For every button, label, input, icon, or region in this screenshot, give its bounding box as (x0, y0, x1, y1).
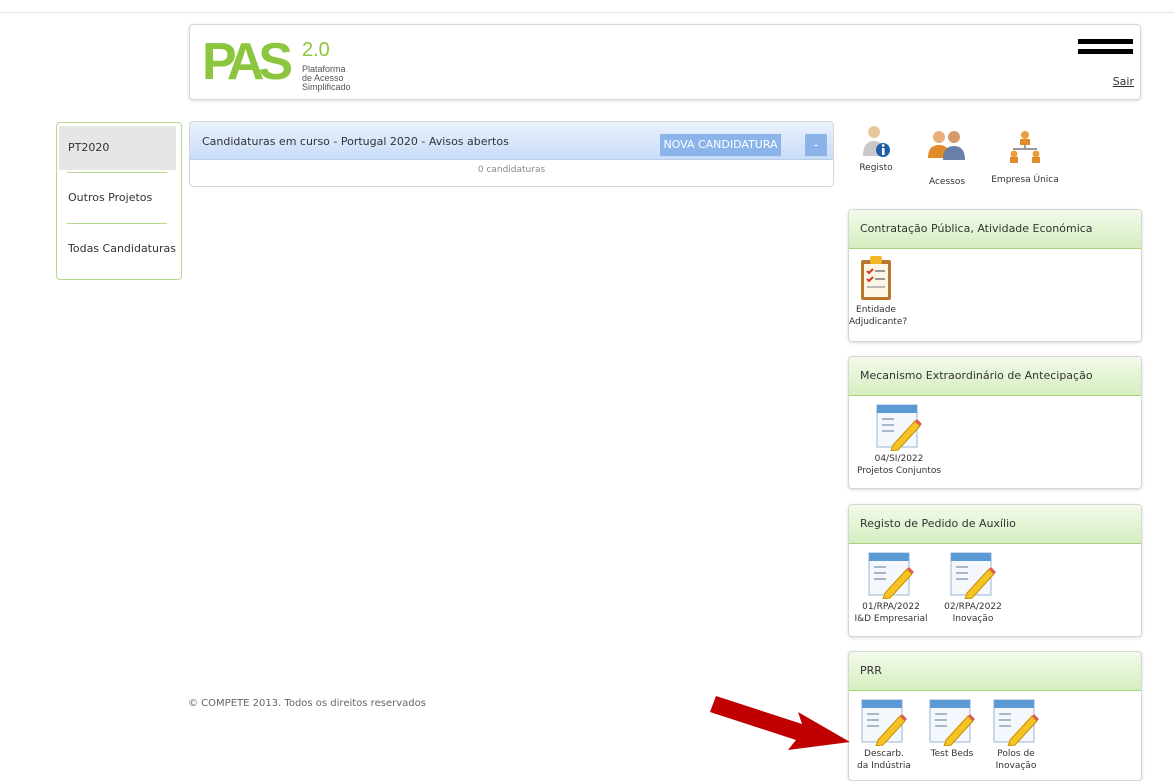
box-title: PRR (849, 652, 1141, 691)
redacted-user-name (1078, 39, 1133, 63)
pas-logo-icon: PAS (202, 33, 297, 91)
item-label: da Indústria (857, 761, 911, 771)
sidebar-nav: PT2020 Outros Projetos Todas Candidatura… (56, 122, 182, 280)
polos-inovacao-item[interactable]: Polos de Inovação (985, 698, 1047, 772)
acessos-tool[interactable]: Acessos (922, 128, 972, 187)
rpa-02-item[interactable]: 02/RPA/2022 Inovação (937, 551, 1009, 625)
item-label: Inovação (952, 614, 994, 624)
logo-subtitle: Plataforma de Acesso Simplificado (302, 65, 351, 92)
edit-form-icon (861, 699, 907, 746)
sidebar-item-outros-projetos[interactable]: Outros Projetos (59, 176, 176, 220)
edit-form-icon (993, 699, 1039, 746)
edit-form-icon (929, 699, 975, 746)
top-divider (0, 12, 1174, 13)
pas-logo[interactable]: PAS 2.0 Plataforma de Acesso Simplificad… (202, 33, 372, 92)
org-chart-icon (1010, 131, 1040, 163)
logo-letters: PAS (202, 35, 291, 85)
applications-panel: Candidaturas em curso - Portugal 2020 - … (189, 121, 834, 187)
edit-form-icon (868, 552, 914, 599)
applications-count: 0 candidaturas (477, 165, 546, 175)
logout-link[interactable]: Sair (1113, 75, 1134, 88)
registo-tool[interactable]: Registo (856, 124, 896, 173)
collapse-button[interactable]: - (805, 134, 827, 156)
projetos-conjuntos-item[interactable]: 04/SI/2022 Projetos Conjuntos (849, 403, 949, 477)
logo-subtitle-line: Simplificado (302, 82, 351, 92)
item-label: Polos de (997, 749, 1035, 759)
new-application-button[interactable]: NOVA CANDIDATURA (660, 134, 781, 156)
item-label: Adjudicante? (849, 317, 908, 327)
test-beds-item[interactable]: Test Beds (921, 698, 983, 760)
empresa-unica-tool[interactable]: Empresa Única (988, 130, 1062, 185)
edit-form-icon (950, 552, 996, 599)
item-label: Inovação (995, 761, 1037, 771)
acessos-label: Acessos (928, 177, 966, 187)
item-label: 01/RPA/2022 (862, 602, 920, 612)
panel-title: Candidaturas em curso - Portugal 2020 - … (202, 135, 509, 148)
clipboard-checklist-icon (861, 256, 891, 300)
item-label: Entidade (856, 305, 896, 315)
footer-copyright: © COMPETE 2013. Todos os direitos reserv… (188, 698, 426, 709)
site-header: PAS 2.0 Plataforma de Acesso Simplificad… (189, 24, 1141, 100)
entidade-adjudicante-item[interactable]: Entidade Adjudicante? (849, 254, 908, 328)
registo-label: Registo (859, 163, 893, 173)
descarb-industria-item[interactable]: Descarb. da Indústria (851, 698, 917, 772)
users-icon (928, 131, 965, 160)
box-prr: PRR Descarb. da Indústria Test Beds Polo… (848, 651, 1142, 781)
item-label: Test Beds (930, 749, 974, 759)
applications-panel-header: Candidaturas em curso - Portugal 2020 - … (190, 122, 833, 160)
box-title: Registo de Pedido de Auxílio (849, 505, 1141, 544)
sidebar-item-todas-candidaturas[interactable]: Todas Candidaturas (59, 227, 176, 271)
box-registo-pedido-auxilio: Registo de Pedido de Auxílio 01/RPA/2022… (848, 504, 1142, 637)
box-title: Mecanismo Extraordinário de Antecipação (849, 357, 1141, 396)
sidebar-item-pt2020[interactable]: PT2020 (59, 126, 176, 170)
box-mecanismo-antecipacao: Mecanismo Extraordinário de Antecipação … (848, 356, 1142, 489)
sidebar-divider (67, 172, 167, 173)
item-label: Descarb. (864, 749, 904, 759)
edit-form-icon (876, 404, 922, 451)
item-label: I&D Empresarial (854, 614, 928, 624)
item-label: Projetos Conjuntos (856, 466, 942, 476)
box-title: Contratação Pública, Atividade Económica (849, 210, 1141, 249)
red-arrow-annotation-icon (710, 696, 850, 750)
logo-version: 2.0 (302, 39, 330, 61)
box-contratacao-publica: Contratação Pública, Atividade Económica… (848, 209, 1142, 342)
sidebar-divider (67, 223, 167, 224)
user-info-icon (863, 126, 890, 157)
item-label: 04/SI/2022 (874, 454, 924, 464)
item-label: 02/RPA/2022 (944, 602, 1002, 612)
rpa-01-item[interactable]: 01/RPA/2022 I&D Empresarial (849, 551, 933, 625)
empresa-unica-label: Empresa Única (991, 175, 1059, 185)
